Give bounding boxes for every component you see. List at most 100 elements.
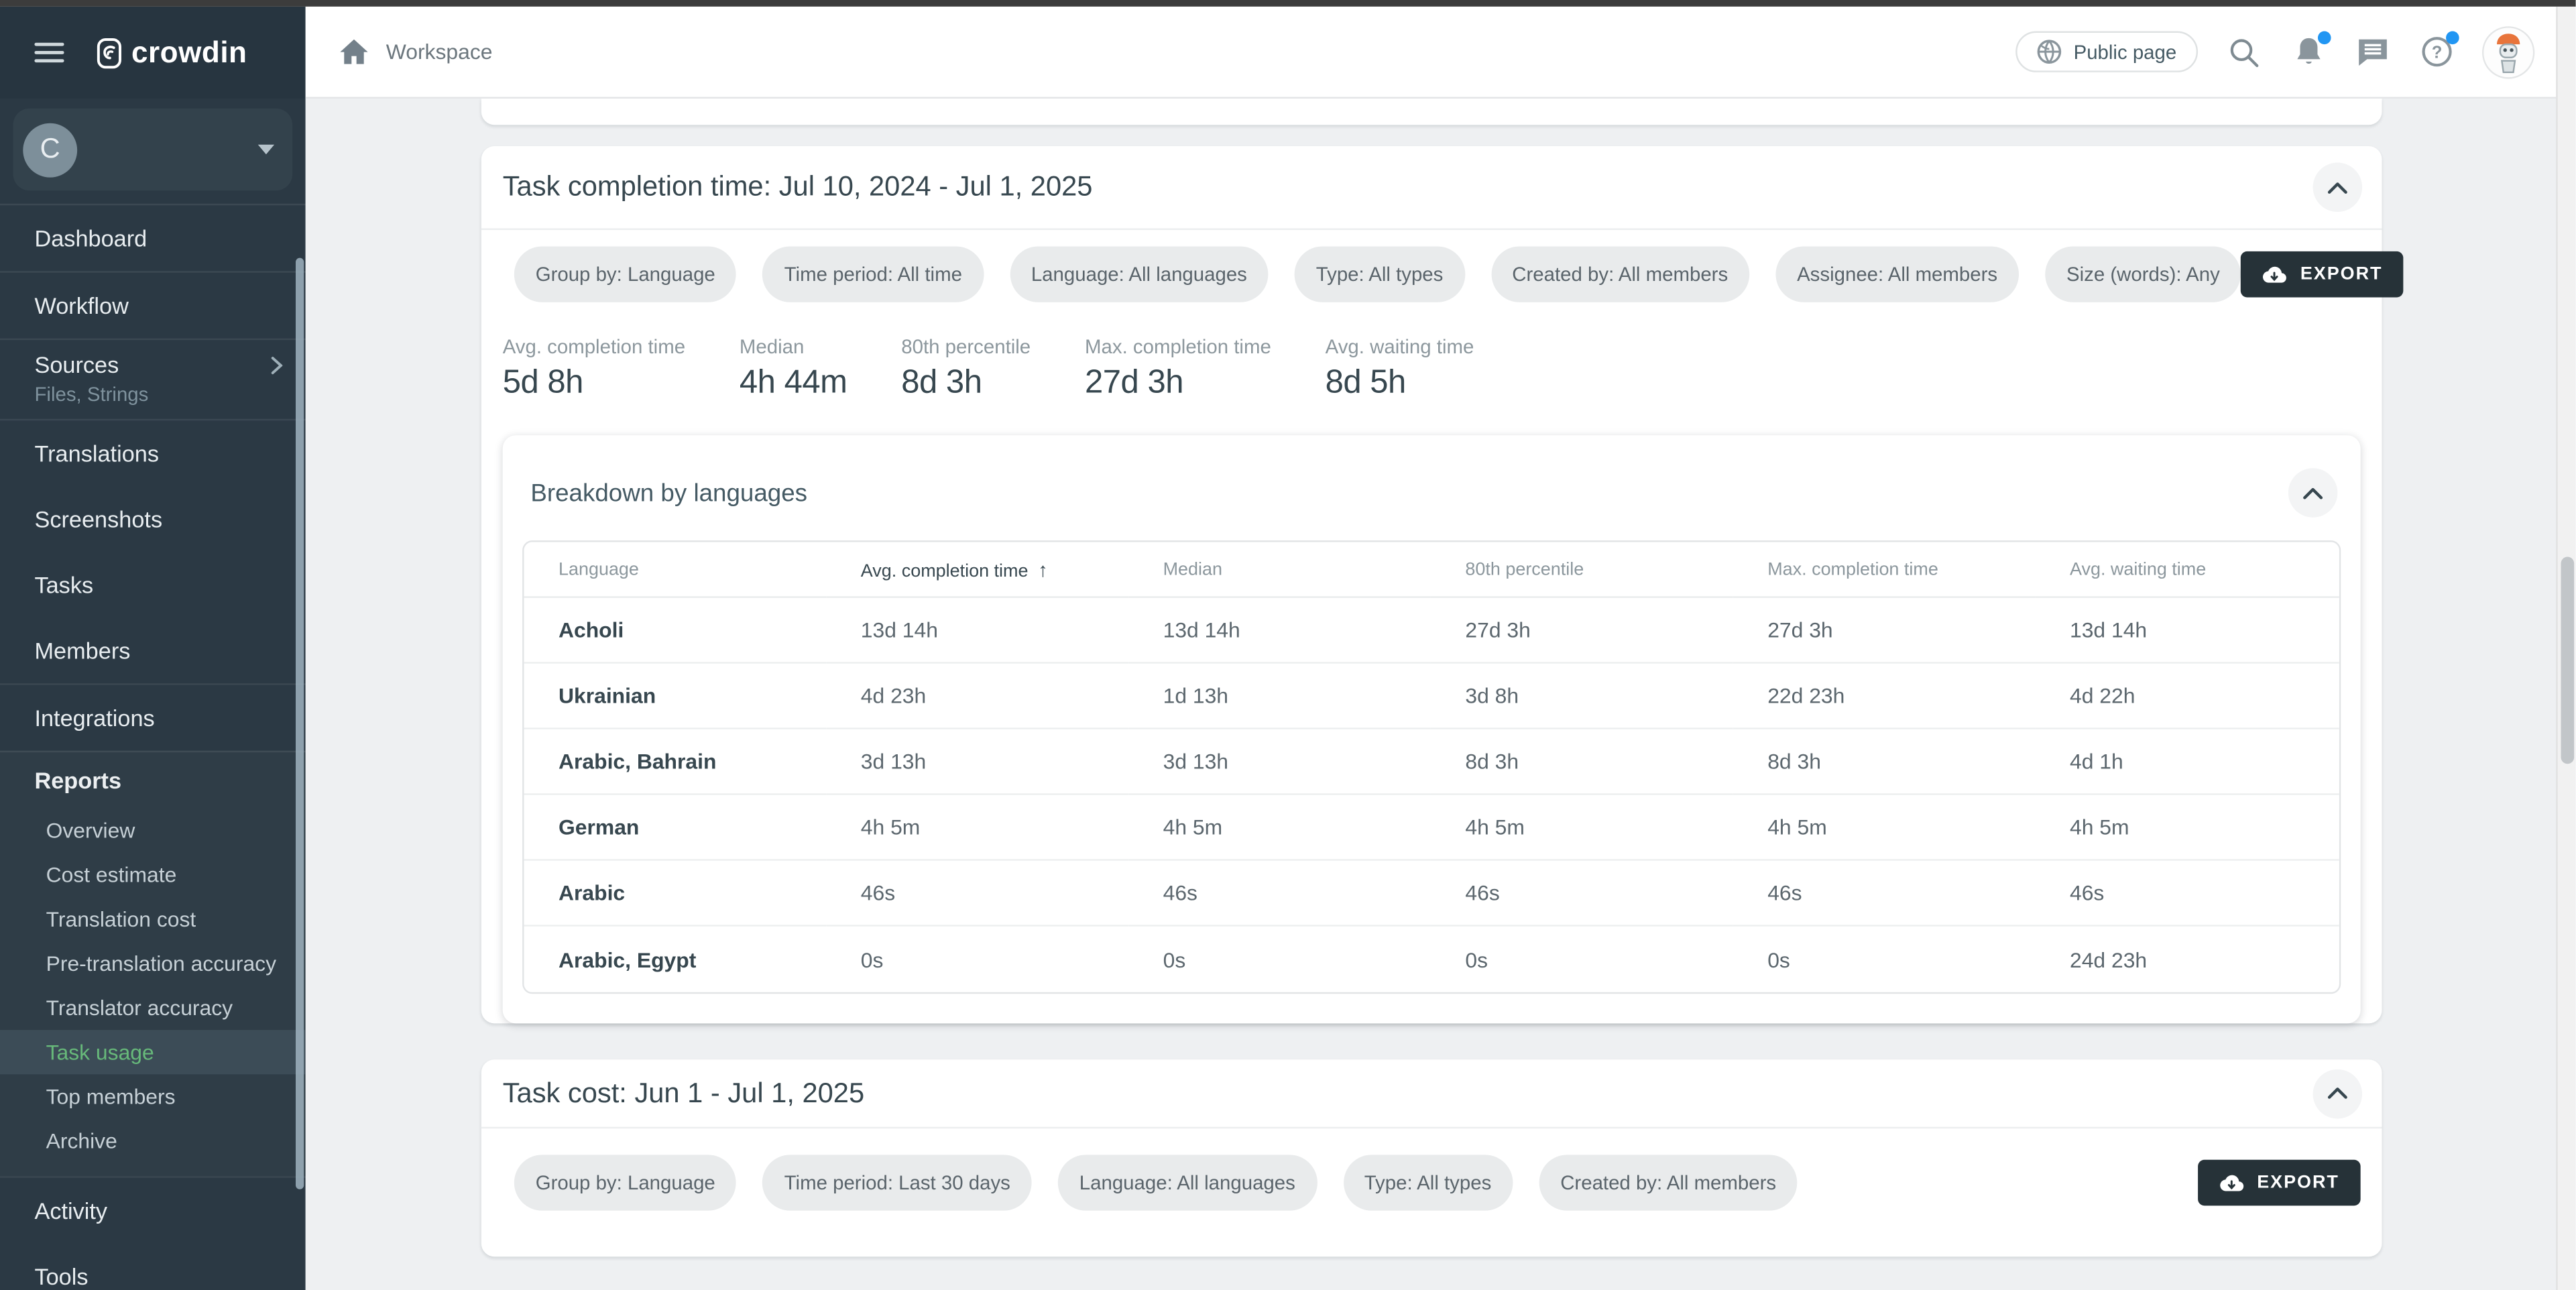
filter-chip-assignee[interactable]: Assignee: All members [1775, 247, 2019, 302]
sidebar-item-dashboard[interactable]: Dashboard [0, 205, 306, 271]
crowdin-wordmark: crowdin [131, 36, 247, 70]
top-header: Workspace Public page [306, 7, 2576, 99]
page-scrollbar[interactable] [2556, 7, 2575, 1290]
filter-chip-type[interactable]: Type: All types [1343, 1155, 1513, 1210]
task-cost-filters-row: Group by: Language Time period: Last 30 … [481, 1128, 2382, 1214]
sidebar-item-sources[interactable]: Sources Files, Strings [0, 340, 306, 419]
filter-chip-type[interactable]: Type: All types [1295, 247, 1464, 302]
filter-chip-time-period[interactable]: Time period: Last 30 days [763, 1155, 1032, 1210]
breakdown-by-languages-card: Breakdown by languages Language Avg. com… [503, 435, 2361, 1023]
table-row: Arabic, Bahrain 3d 13h 3d 13h 8d 3h 8d 3… [524, 729, 2339, 795]
sidebar-item-integrations[interactable]: Integrations [0, 685, 306, 751]
table-row: Acholi 13d 14h 13d 14h 27d 3h 27d 3h 13d… [524, 598, 2339, 664]
column-header-avg-completion-time[interactable]: Avg. completion time [826, 542, 1128, 598]
collapse-task-completion-button[interactable] [2313, 163, 2363, 213]
filter-chip-group-by[interactable]: Group by: Language [514, 1155, 737, 1210]
export-button[interactable]: EXPORT [2241, 251, 2404, 298]
summary-stats: Avg. completion time 5d 8h Median 4h 44m… [481, 306, 2382, 409]
table-row: Ukrainian 4d 23h 1d 13h 3d 8h 22d 23h 4d… [524, 664, 2339, 729]
sidebar-logo-row: crowdin [0, 7, 306, 99]
breadcrumb[interactable]: Workspace [340, 40, 492, 64]
organization-selector[interactable]: C [13, 109, 293, 191]
stat-avg-completion-time: Avg. completion time 5d 8h [503, 335, 685, 402]
task-completion-title: Task completion time: Jul 10, 2024 - Jul… [503, 171, 1093, 204]
public-page-button[interactable]: Public page [2016, 32, 2198, 72]
breadcrumb-label[interactable]: Workspace [386, 40, 493, 64]
sidebar-item-workflow[interactable]: Workflow [0, 273, 306, 339]
table-header-row: Language Avg. completion time Median 80t… [524, 542, 2339, 598]
task-cost-title: Task cost: Jun 1 - Jul 1, 2025 [503, 1077, 864, 1110]
crowdin-logo[interactable]: crowdin [97, 36, 247, 70]
chevron-up-icon [2328, 182, 2347, 193]
chevron-right-icon [271, 355, 282, 373]
task-completion-card: Task completion time: Jul 10, 2024 - Jul… [481, 146, 2382, 1023]
help-icon[interactable]: ? [2418, 34, 2454, 70]
sidebar-nav: Dashboard Workflow Sources [0, 204, 306, 1290]
sidebar-scrollbar[interactable] [296, 258, 304, 1189]
filter-chip-time-period[interactable]: Time period: All time [763, 247, 984, 302]
cloud-download-icon [2262, 266, 2287, 284]
sidebar-item-tasks[interactable]: Tasks [0, 552, 306, 618]
sidebar-item-top-members[interactable]: Top members [0, 1074, 306, 1118]
stat-80th-percentile: 80th percentile 8d 3h [901, 335, 1031, 402]
notification-badge [2318, 30, 2331, 44]
sidebar-item-pre-translation-accuracy[interactable]: Pre-translation accuracy [0, 941, 306, 986]
user-avatar[interactable] [2482, 25, 2534, 78]
organization-avatar: C [23, 123, 77, 177]
window-chrome-edge [0, 0, 2576, 7]
public-page-label: Public page [2074, 40, 2177, 63]
filter-chip-size-words[interactable]: Size (words): Any [2045, 247, 2241, 302]
stat-median: Median 4h 44m [740, 335, 847, 402]
sidebar: crowdin C Dashboard Workflow [0, 7, 306, 1290]
export-button[interactable]: EXPORT [2198, 1160, 2361, 1206]
collapse-task-cost-button[interactable] [2313, 1069, 2363, 1118]
sidebar-item-translations[interactable]: Translations [0, 420, 306, 486]
filter-chip-created-by[interactable]: Created by: All members [1539, 1155, 1798, 1210]
chevron-down-icon [258, 145, 275, 155]
table-row: Arabic, Egypt 0s 0s 0s 0s 24d 23h [524, 927, 2339, 992]
sidebar-item-task-usage[interactable]: Task usage [0, 1030, 306, 1074]
crowdin-logo-icon [97, 37, 122, 68]
task-completion-header: Task completion time: Jul 10, 2024 - Jul… [481, 146, 2382, 230]
sidebar-item-tools[interactable]: Tools [0, 1244, 306, 1290]
stat-avg-waiting-time: Avg. waiting time 8d 5h [1326, 335, 1474, 402]
help-badge [2446, 30, 2459, 44]
table-row: Arabic 46s 46s 46s 46s 46s [524, 861, 2339, 927]
page-scrollbar-thumb[interactable] [2561, 557, 2575, 764]
column-header-language[interactable]: Language [524, 542, 827, 598]
sidebar-section-reports: Reports Overview Cost estimate Translati… [0, 751, 306, 1177]
svg-text:?: ? [2431, 43, 2442, 62]
home-icon[interactable] [340, 40, 368, 64]
sidebar-item-reports[interactable]: Reports [0, 752, 306, 808]
hamburger-menu-icon[interactable] [34, 43, 64, 62]
collapse-breakdown-button[interactable] [2288, 468, 2338, 518]
column-header-median[interactable]: Median [1128, 542, 1431, 598]
filter-chip-created-by[interactable]: Created by: All members [1490, 247, 1749, 302]
sidebar-item-translation-cost[interactable]: Translation cost [0, 897, 306, 941]
sidebar-item-screenshots[interactable]: Screenshots [0, 486, 306, 552]
sidebar-item-members[interactable]: Members [0, 618, 306, 683]
sidebar-item-translator-accuracy[interactable]: Translator accuracy [0, 986, 306, 1030]
sidebar-item-activity[interactable]: Activity [0, 1178, 306, 1244]
table-row: German 4h 5m 4h 5m 4h 5m 4h 5m 4h 5m [524, 795, 2339, 861]
task-cost-card: Task cost: Jun 1 - Jul 1, 2025 Group by:… [481, 1059, 2382, 1256]
messages-icon[interactable] [2354, 34, 2390, 70]
sidebar-item-overview[interactable]: Overview [0, 808, 306, 852]
breakdown-title: Breakdown by languages [530, 479, 807, 507]
page: crowdin C Dashboard Workflow [0, 0, 2576, 1290]
search-icon[interactable] [2226, 34, 2262, 70]
column-header-max-completion-time[interactable]: Max. completion time [1733, 542, 2036, 598]
notifications-bell-icon[interactable] [2290, 34, 2326, 70]
cloud-download-icon [2219, 1174, 2244, 1192]
sidebar-item-cost-estimate[interactable]: Cost estimate [0, 853, 306, 897]
content-scroll-area: Task completion time: Jul 10, 2024 - Jul… [306, 99, 2576, 1290]
globe-icon [2038, 40, 2062, 64]
sort-ascending-icon [1028, 561, 1047, 581]
column-header-avg-waiting-time[interactable]: Avg. waiting time [2036, 542, 2339, 598]
filter-chip-language[interactable]: Language: All languages [1010, 247, 1269, 302]
filter-chip-language[interactable]: Language: All languages [1058, 1155, 1317, 1210]
sidebar-item-archive[interactable]: Archive [0, 1118, 306, 1163]
column-header-80th-percentile[interactable]: 80th percentile [1431, 542, 1733, 598]
filter-chip-group-by[interactable]: Group by: Language [514, 247, 737, 302]
task-cost-header: Task cost: Jun 1 - Jul 1, 2025 [481, 1059, 2382, 1128]
